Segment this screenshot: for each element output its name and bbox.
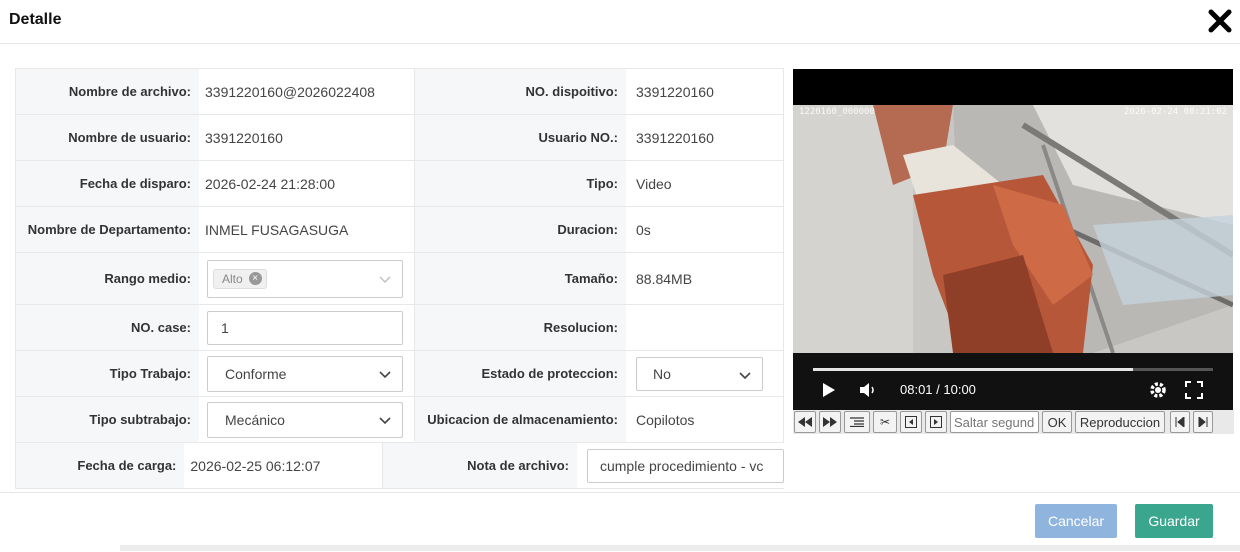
osd-device-id: 1220160_000000 xyxy=(799,107,875,117)
no-case-input[interactable]: 1 xyxy=(207,310,403,345)
tipo-subtrabajo-select[interactable]: Mecánico xyxy=(207,401,403,438)
value-tipo: Video xyxy=(626,161,784,206)
save-button[interactable]: Guardar xyxy=(1135,504,1213,538)
rango-tag: Alto × xyxy=(213,268,267,289)
detail-row: Tipo Trabajo: Conforme Estado de protecc… xyxy=(16,351,784,397)
video-frame[interactable]: 1220160_000000 2026-02-24 08:21:02 xyxy=(793,105,1233,353)
video-frame-image xyxy=(793,105,1233,353)
no-case-input-value: 1 xyxy=(221,319,229,336)
chevron-down-icon xyxy=(739,371,751,379)
rango-tag-label: Alto xyxy=(222,271,243,286)
scissors-icon[interactable]: ✂ xyxy=(873,411,897,433)
detail-row: Tipo subtrabajo: Mecánico Ubicacion de a… xyxy=(16,397,784,443)
chevron-down-icon xyxy=(379,416,391,424)
playback-button[interactable]: Reproduccion xyxy=(1075,411,1165,433)
estado-proteccion-selected: No xyxy=(653,365,671,382)
value-fecha-carga: 2026-02-25 06:12:07 xyxy=(184,443,383,488)
label-estado-proteccion: Estado de proteccion: xyxy=(415,351,626,396)
timecode: 08:01 / 10:00 xyxy=(900,382,976,397)
detail-row: Fecha de carga: 2026-02-25 06:12:07 Nota… xyxy=(16,443,784,488)
list-icon[interactable] xyxy=(844,411,870,433)
chevron-down-icon xyxy=(379,276,391,283)
label-no-case: NO. case: xyxy=(16,305,199,350)
close-icon[interactable] xyxy=(1208,9,1232,33)
label-tamano: Tamaño: xyxy=(415,253,626,304)
osd-timestamp: 2026-02-24 08:21:02 xyxy=(1124,107,1227,117)
value-resolucion xyxy=(626,305,784,350)
seek-seconds-input[interactable] xyxy=(950,411,1039,433)
value-no-case: 1 xyxy=(199,305,415,350)
label-ubicacion: Ubicacion de almacenamiento: xyxy=(415,397,626,442)
tipo-trabajo-select[interactable]: Conforme xyxy=(207,355,403,392)
background-table-row xyxy=(120,545,1240,551)
value-fecha-disparo: 2026-02-24 21:28:00 xyxy=(199,161,415,206)
dialog-title: Detalle xyxy=(9,11,62,28)
player-controls: 08:01 / 10:00 xyxy=(793,353,1233,410)
dialog-footer: Cancelar Guardar xyxy=(0,492,1240,552)
label-tipo: Tipo: xyxy=(415,161,626,206)
label-nota-archivo: Nota de archivo: xyxy=(382,443,577,488)
skip-start-icon[interactable] xyxy=(1170,411,1190,433)
value-nota-archivo: cumple procedimiento - vc xyxy=(577,443,784,488)
label-resolucion: Resolucion: xyxy=(415,305,626,350)
next-frame-icon[interactable] xyxy=(925,411,947,433)
rewind-icon[interactable] xyxy=(794,411,816,433)
detail-row: Nombre de archivo: 3391220160@2026022408… xyxy=(16,69,784,115)
label-fecha-disparo: Fecha de disparo: xyxy=(16,161,199,206)
fast-forward-icon[interactable] xyxy=(819,411,841,433)
value-tamano: 88.84MB xyxy=(626,253,784,304)
tag-remove-icon[interactable]: × xyxy=(248,272,262,285)
value-nombre-archivo: 3391220160@2026022408 xyxy=(199,69,415,114)
detail-row: Nombre de Departamento: INMEL FUSAGASUGA… xyxy=(16,207,784,253)
label-fecha-carga: Fecha de carga: xyxy=(16,443,185,488)
chevron-down-icon xyxy=(379,370,391,378)
detail-row: Nombre de usuario: 3391220160 Usuario NO… xyxy=(16,115,784,161)
label-nombre-usuario: Nombre de usuario: xyxy=(16,115,199,160)
value-nombre-usuario: 3391220160 xyxy=(199,115,415,160)
nota-archivo-input[interactable]: cumple procedimiento - vc xyxy=(586,448,784,483)
label-no-dispositivo: NO. dispoitivo: xyxy=(415,69,626,114)
video-player[interactable]: 1220160_000000 2026-02-24 08:21:02 08:01… xyxy=(793,69,1233,434)
skip-end-icon[interactable] xyxy=(1193,411,1213,433)
label-nombre-archivo: Nombre de archivo: xyxy=(16,69,199,114)
player-toolbar: ✂ OK Reproduccion xyxy=(793,410,1234,434)
volume-icon[interactable] xyxy=(859,382,879,398)
value-duracion: 0s xyxy=(626,207,784,252)
tipo-subtrabajo-selected: Mecánico xyxy=(225,411,285,428)
value-ubicacion: Copilotos xyxy=(626,397,784,442)
label-tipo-subtrabajo: Tipo subtrabajo: xyxy=(16,397,199,442)
value-usuario-no: 3391220160 xyxy=(626,115,784,160)
label-usuario-no: Usuario NO.: xyxy=(415,115,626,160)
progress-fill xyxy=(813,368,1133,371)
label-tipo-trabajo: Tipo Trabajo: xyxy=(16,351,199,396)
label-departamento: Nombre de Departamento: xyxy=(16,207,199,252)
settings-icon[interactable] xyxy=(1148,380,1168,400)
label-duracion: Duracion: xyxy=(415,207,626,252)
play-icon[interactable] xyxy=(822,382,836,398)
progress-bar[interactable] xyxy=(813,368,1213,371)
nota-archivo-input-value: cumple procedimiento - vc xyxy=(599,457,764,474)
value-estado-proteccion: No xyxy=(626,351,784,396)
dialog-header: Detalle xyxy=(0,0,1240,44)
detail-grid: Nombre de archivo: 3391220160@2026022408… xyxy=(15,68,784,489)
ok-button[interactable]: OK xyxy=(1042,411,1072,433)
value-departamento: INMEL FUSAGASUGA xyxy=(199,207,415,252)
estado-proteccion-select[interactable]: No xyxy=(636,356,763,391)
detail-row: NO. case: 1 Resolucion: xyxy=(16,305,784,351)
value-rango-medio: Alto × xyxy=(199,253,415,304)
value-tipo-subtrabajo: Mecánico xyxy=(199,397,415,442)
detail-row: Fecha de disparo: 2026-02-24 21:28:00 Ti… xyxy=(16,161,784,207)
rango-medio-select[interactable]: Alto × xyxy=(207,259,403,298)
fullscreen-icon[interactable] xyxy=(1185,381,1203,399)
tipo-trabajo-selected: Conforme xyxy=(225,365,287,382)
cancel-button[interactable]: Cancelar xyxy=(1035,504,1117,538)
label-rango-medio: Rango medio: xyxy=(16,253,199,304)
prev-frame-icon[interactable] xyxy=(900,411,922,433)
value-tipo-trabajo: Conforme xyxy=(199,351,415,396)
value-no-dispositivo: 3391220160 xyxy=(626,69,784,114)
detail-row: Rango medio: Alto × Tamaño: 88.84MB xyxy=(16,253,784,305)
